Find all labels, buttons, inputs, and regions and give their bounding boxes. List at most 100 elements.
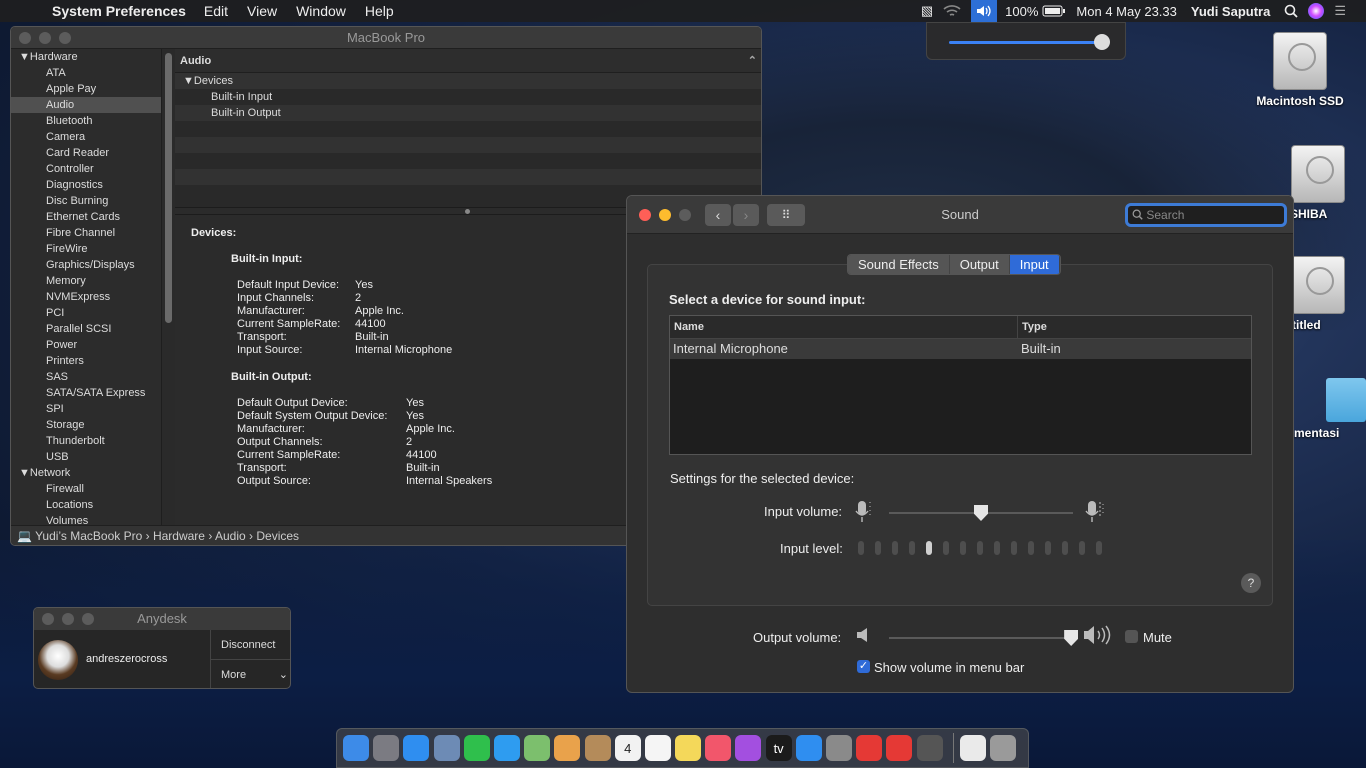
menu-edit[interactable]: Edit xyxy=(204,3,228,19)
sidebar-item-storage[interactable]: Storage xyxy=(11,417,161,433)
notification-center-icon[interactable]: ☰ xyxy=(1334,0,1346,22)
sidebar-scrollbar[interactable] xyxy=(161,49,175,525)
zoom-button[interactable] xyxy=(82,613,94,625)
sidebar-item-audio[interactable]: Audio xyxy=(11,97,161,113)
column-header[interactable]: Audio ⌃ xyxy=(175,49,761,73)
sidebar-item-fibre-channel[interactable]: Fibre Channel xyxy=(11,225,161,241)
contacts-icon[interactable] xyxy=(584,735,611,761)
volume-icon[interactable] xyxy=(971,0,998,22)
sidebar-item-nvmexpress[interactable]: NVMExpress xyxy=(11,289,161,305)
trash-icon[interactable] xyxy=(989,735,1016,761)
document-icon[interactable] xyxy=(959,735,986,761)
mute-checkbox[interactable] xyxy=(1125,630,1138,643)
scrollbar-thumb[interactable] xyxy=(165,53,172,323)
output-volume-thumb[interactable] xyxy=(1064,630,1079,646)
menu-view[interactable]: View xyxy=(247,3,277,19)
battery-icon[interactable] xyxy=(1042,0,1066,22)
sidebar-item-firewall[interactable]: Firewall xyxy=(11,481,161,497)
tab-sound-effects[interactable]: Sound Effects xyxy=(848,255,950,274)
messages-icon[interactable] xyxy=(493,735,520,761)
music-icon[interactable] xyxy=(705,735,732,761)
path-segment[interactable]: Hardware xyxy=(153,529,205,543)
sidebar-item-disc-burning[interactable]: Disc Burning xyxy=(11,193,161,209)
user-menu[interactable]: Yudi Saputra xyxy=(1191,4,1270,19)
sidebar-item-locations[interactable]: Locations xyxy=(11,497,161,513)
network-icon[interactable] xyxy=(916,735,943,761)
sidebar-group-network[interactable]: ▼Network xyxy=(11,465,161,481)
sidebar-item-sas[interactable]: SAS xyxy=(11,369,161,385)
sidebar-item-card-reader[interactable]: Card Reader xyxy=(11,145,161,161)
sidebar-item-ata[interactable]: ATA xyxy=(11,65,161,81)
path-segment[interactable]: Audio xyxy=(215,529,246,543)
sidebar-item-spi[interactable]: SPI xyxy=(11,401,161,417)
anydesk-icon[interactable] xyxy=(856,735,883,761)
sidebar-item-pci[interactable]: PCI xyxy=(11,305,161,321)
sort-caret-icon[interactable]: ⌃ xyxy=(748,49,757,73)
safari-icon[interactable] xyxy=(403,735,430,761)
help-button[interactable]: ? xyxy=(1241,573,1261,593)
activity-monitor-icon[interactable]: ▧ xyxy=(921,0,933,22)
disconnect-button[interactable]: Disconnect xyxy=(211,630,290,660)
photos-icon[interactable] xyxy=(554,735,581,761)
zoom-button[interactable] xyxy=(59,32,71,44)
menu-window[interactable]: Window xyxy=(296,3,346,19)
close-button[interactable] xyxy=(42,613,54,625)
podcasts-icon[interactable] xyxy=(735,735,762,761)
sidebar-item-memory[interactable]: Memory xyxy=(11,273,161,289)
more-button[interactable]: More ⌄ xyxy=(211,660,290,688)
battery-percent[interactable]: 100% xyxy=(1005,4,1038,19)
show-volume-checkbox[interactable]: ✓ xyxy=(857,660,870,673)
anydesk-alt-icon[interactable] xyxy=(886,735,913,761)
maps-icon[interactable] xyxy=(524,735,551,761)
close-button[interactable] xyxy=(19,32,31,44)
siri-icon[interactable] xyxy=(1308,0,1325,22)
sidebar-item-bluetooth[interactable]: Bluetooth xyxy=(11,113,161,129)
sidebar-item-parallel-scsi[interactable]: Parallel SCSI xyxy=(11,321,161,337)
column-header-type[interactable]: Type xyxy=(1018,316,1047,338)
wifi-icon[interactable] xyxy=(943,0,961,22)
sidebar-item-firewire[interactable]: FireWire xyxy=(11,241,161,257)
minimize-button[interactable] xyxy=(39,32,51,44)
sidebar-item-printers[interactable]: Printers xyxy=(11,353,161,369)
tab-input[interactable]: Input xyxy=(1009,255,1060,274)
system-preferences-icon[interactable] xyxy=(826,735,852,761)
column-header-name[interactable]: Name xyxy=(670,316,1018,338)
tree-row-builtin-input[interactable]: Built-in Input xyxy=(175,89,761,105)
launchpad-icon[interactable] xyxy=(373,735,400,761)
tree-row-devices[interactable]: ▼Devices xyxy=(175,73,761,89)
spotlight-search-icon[interactable] xyxy=(1284,0,1298,22)
tab-output[interactable]: Output xyxy=(949,255,1010,274)
path-segment[interactable]: Yudi’s MacBook Pro xyxy=(35,529,142,543)
volume-popup-knob[interactable] xyxy=(1094,34,1111,50)
desktop-drive-macintosh-ssd[interactable]: Macintosh SSD xyxy=(1250,32,1350,108)
tree-row-builtin-output[interactable]: Built-in Output xyxy=(175,105,761,121)
sidebar-item-camera[interactable]: Camera xyxy=(11,129,161,145)
sidebar-item-controller[interactable]: Controller xyxy=(11,161,161,177)
sidebar-item-thunderbolt[interactable]: Thunderbolt xyxy=(11,433,161,449)
sidebar-item-volumes[interactable]: Volumes xyxy=(11,513,161,525)
divider-handle[interactable] xyxy=(465,209,470,214)
sidebar-item-graphics-displays[interactable]: Graphics/Displays xyxy=(11,257,161,273)
preview-icon[interactable] xyxy=(433,735,460,761)
path-segment[interactable]: Devices xyxy=(256,529,299,543)
finder-icon[interactable] xyxy=(343,735,369,761)
table-row[interactable]: Internal Microphone Built-in xyxy=(670,339,1251,359)
app-menu[interactable]: System Preferences xyxy=(52,3,186,19)
sidebar-item-diagnostics[interactable]: Diagnostics xyxy=(11,177,161,193)
output-volume-slider[interactable] xyxy=(889,637,1073,639)
sidebar-item-usb[interactable]: USB xyxy=(11,449,161,465)
minimize-button[interactable] xyxy=(62,613,74,625)
window-titlebar[interactable]: Anydesk xyxy=(34,608,290,630)
sidebar-item-power[interactable]: Power xyxy=(11,337,161,353)
app-store-icon[interactable] xyxy=(795,735,822,761)
desktop-folder-dokumentasi[interactable]: mentasi xyxy=(1290,378,1366,440)
disclosure-triangle-icon[interactable]: ▼ xyxy=(19,467,30,479)
facetime-icon[interactable] xyxy=(463,735,490,761)
tv-icon[interactable]: tv xyxy=(765,735,792,761)
volume-popup-track[interactable] xyxy=(949,41,1107,44)
menu-help[interactable]: Help xyxy=(365,3,394,19)
reminders-icon[interactable] xyxy=(644,735,671,761)
sidebar-item-apple-pay[interactable]: Apple Pay xyxy=(11,81,161,97)
disclosure-triangle-icon[interactable]: ▼ xyxy=(183,75,194,87)
search-field[interactable]: Search xyxy=(1125,203,1287,227)
